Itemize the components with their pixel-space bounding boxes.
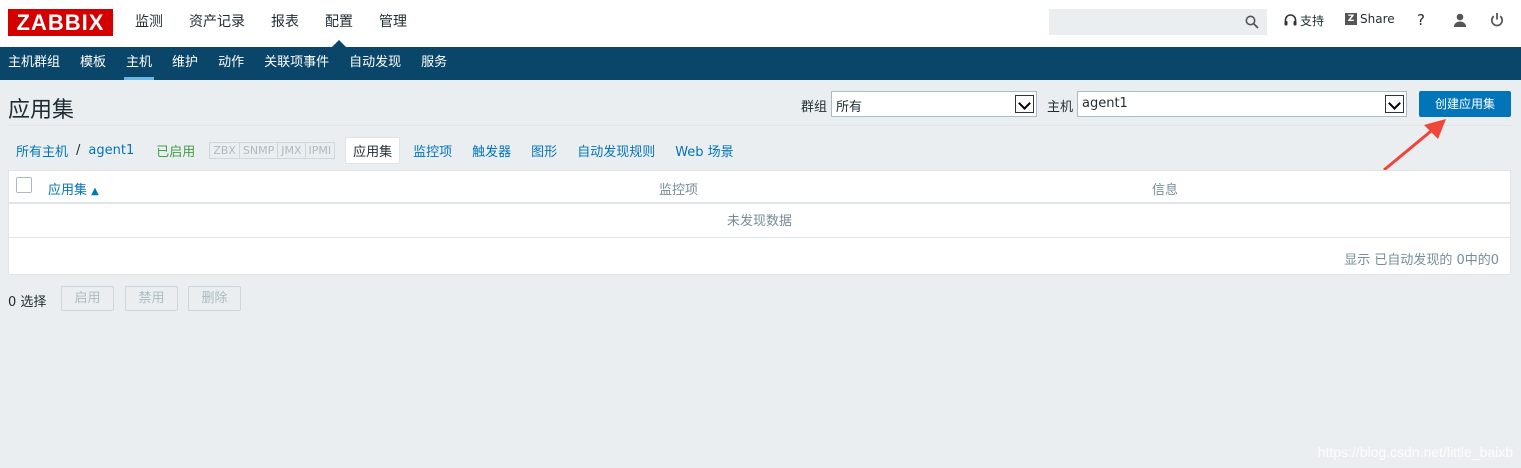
share-label: Share	[1360, 12, 1395, 26]
power-icon	[1491, 13, 1503, 27]
top-header: ZABBIX 监测 资产记录 报表 配置 管理 支持 Z Share ?	[0, 0, 1521, 47]
chevron-down-icon[interactable]	[1385, 95, 1404, 113]
column-header-application-label: 应用集	[48, 183, 88, 198]
paging-summary: 显示 已自动发现的 0中的0	[1344, 253, 1499, 268]
main-menu-item-administration[interactable]: 管理	[366, 0, 420, 47]
tab-discovery-rules[interactable]: 自动发现规则	[570, 138, 662, 163]
tab-applications[interactable]: 应用集	[345, 136, 401, 164]
group-filter-label: 群组	[801, 100, 828, 115]
table-header: 应用集 ▲ 监控项 信息	[9, 171, 1510, 204]
sub-menu-item-discovery[interactable]: 自动发现	[341, 47, 409, 80]
sub-menu-item-services[interactable]: 服务	[413, 47, 455, 80]
main-menu-item-inventory[interactable]: 资产记录	[176, 0, 258, 47]
column-header-application[interactable]: 应用集 ▲	[48, 179, 99, 198]
sub-menu-item-event-correlation[interactable]: 关联项事件	[256, 47, 337, 80]
help-button[interactable]: ?	[1417, 11, 1425, 29]
sub-menu-item-actions[interactable]: 动作	[210, 47, 252, 80]
sub-menu-item-host-groups[interactable]: 主机群组	[0, 47, 68, 80]
tab-triggers[interactable]: 触发器	[465, 138, 518, 163]
main-menu-item-configuration[interactable]: 配置	[312, 0, 366, 47]
tab-web-scenarios[interactable]: Web 场景	[668, 138, 740, 163]
zabbix-logo[interactable]: ZABBIX	[8, 9, 113, 36]
select-all-checkbox[interactable]	[16, 177, 32, 193]
availability-zbx: ZBX	[210, 142, 240, 158]
host-status-enabled[interactable]: 已启用	[142, 141, 209, 160]
create-application-button[interactable]: 创建应用集	[1419, 91, 1511, 117]
applications-table: 应用集 ▲ 监控项 信息 未发现数据 显示 已自动发现的 0中的0	[8, 170, 1511, 275]
support-label: 支持	[1300, 14, 1325, 28]
chevron-down-icon[interactable]	[1015, 95, 1034, 113]
sort-ascending-icon: ▲	[91, 186, 99, 197]
empty-table-message: 未发现数据	[9, 205, 1510, 238]
user-icon	[1453, 13, 1467, 27]
enable-button[interactable]: 启用	[61, 286, 114, 311]
group-select-value: 所有	[836, 100, 863, 115]
host-navigation: 所有主机 / agent1 已启用 ZBX SNMP JMX IPMI 应用集 …	[8, 136, 747, 164]
share-link[interactable]: Z Share	[1345, 12, 1395, 26]
page-title: 应用集	[8, 98, 75, 123]
availability-jmx: JMX	[278, 142, 306, 158]
host-select-value: agent1	[1082, 96, 1128, 111]
sign-out-button[interactable]	[1490, 12, 1504, 27]
column-header-items: 监控项	[659, 183, 699, 198]
tab-graphs[interactable]: 图形	[524, 138, 564, 163]
share-z-icon: Z	[1345, 13, 1357, 25]
column-header-info: 信息	[1152, 183, 1179, 198]
availability-indicators: ZBX SNMP JMX IPMI	[209, 141, 336, 159]
delete-button[interactable]: 删除	[188, 286, 241, 311]
breadcrumb-all-hosts[interactable]: 所有主机	[8, 141, 76, 160]
tab-items[interactable]: 监控项	[406, 138, 459, 163]
user-profile-button[interactable]	[1453, 13, 1467, 27]
group-select[interactable]: 所有	[831, 91, 1037, 117]
main-menu: 监测 资产记录 报表 配置 管理	[122, 0, 420, 47]
breadcrumb-host[interactable]: agent1	[80, 143, 142, 158]
annotation-arrow-icon	[1383, 119, 1446, 172]
availability-snmp: SNMP	[240, 142, 279, 158]
divider	[8, 125, 1511, 126]
sub-menu-item-maintenance[interactable]: 维护	[164, 47, 206, 80]
watermark: https://blog.csdn.net/little_baixb	[1317, 444, 1513, 460]
sub-menu: 主机群组 模板 主机 维护 动作 关联项事件 自动发现 服务	[0, 47, 1521, 80]
search-icon[interactable]	[1245, 15, 1259, 29]
host-filter-label: 主机	[1047, 100, 1074, 115]
availability-ipmi: IPMI	[308, 143, 332, 157]
sub-menu-item-hosts[interactable]: 主机	[118, 47, 160, 80]
selected-count: 0 选择	[8, 295, 47, 310]
host-select[interactable]: agent1	[1077, 91, 1407, 117]
headset-icon	[1284, 14, 1297, 26]
main-menu-item-monitoring[interactable]: 监测	[122, 0, 176, 47]
disable-button[interactable]: 禁用	[125, 286, 178, 311]
search-input[interactable]	[1049, 9, 1267, 35]
main-menu-item-reports[interactable]: 报表	[258, 0, 312, 47]
sub-menu-item-templates[interactable]: 模板	[72, 47, 114, 80]
support-link[interactable]: 支持	[1284, 12, 1324, 29]
